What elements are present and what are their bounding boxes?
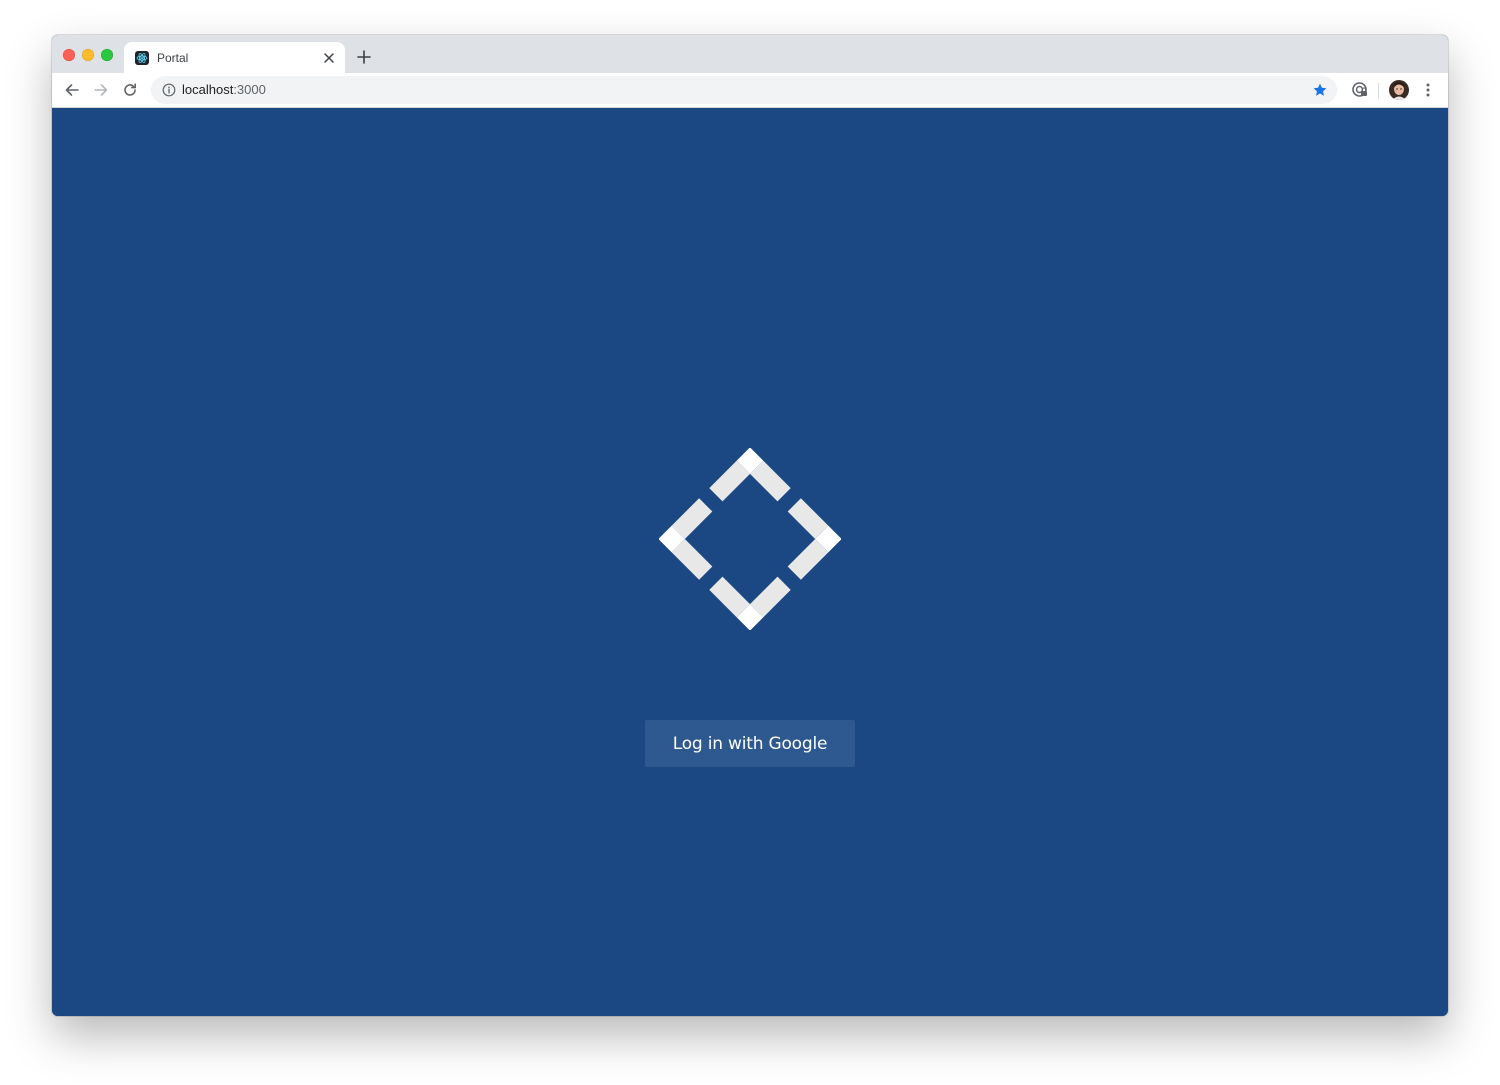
new-tab-button[interactable] (355, 48, 373, 66)
arrow-left-icon (65, 84, 79, 96)
reload-button[interactable] (118, 78, 142, 102)
forward-button[interactable] (89, 78, 113, 102)
close-window-button[interactable] (63, 49, 75, 61)
tab-title: Portal (157, 51, 189, 65)
avatar[interactable] (1389, 80, 1409, 100)
password-manager-extension-icon[interactable] (1348, 78, 1372, 102)
zoom-window-button[interactable] (101, 49, 113, 61)
url-host: localhost (182, 82, 234, 97)
star-icon (1313, 83, 1327, 96)
tab-strip: Portal (52, 35, 1448, 73)
plus-icon (357, 50, 371, 64)
portal-logo (659, 448, 841, 630)
browser-window: Portal localhost:3000 Log in with Google (52, 35, 1448, 1016)
tab-portal[interactable]: Portal (124, 42, 345, 73)
browser-toolbar: localhost:3000 (52, 73, 1448, 108)
back-button[interactable] (60, 78, 84, 102)
arrow-right-icon (94, 84, 108, 96)
login-with-google-button[interactable]: Log in with Google (645, 720, 855, 767)
bookmark-star-button[interactable] (1311, 81, 1329, 99)
address-url: localhost:3000 (182, 82, 266, 98)
url-port: :3000 (233, 82, 266, 97)
close-tab-icon[interactable] (321, 50, 337, 66)
login-page: Log in with Google (52, 108, 1448, 1016)
reload-icon (124, 83, 136, 96)
info-icon[interactable] (161, 82, 177, 98)
toolbar-divider (1378, 83, 1379, 99)
minimize-window-button[interactable] (82, 49, 94, 61)
kebab-menu-icon[interactable] (1416, 78, 1440, 102)
react-atom-icon (135, 51, 149, 65)
address-bar[interactable]: localhost:3000 (151, 76, 1337, 104)
